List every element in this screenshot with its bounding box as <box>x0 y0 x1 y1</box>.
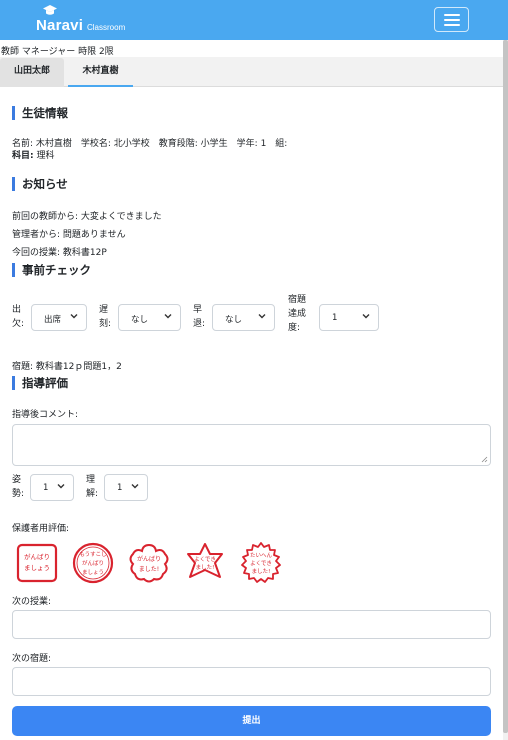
homework-rate-select[interactable]: 1 <box>319 304 379 331</box>
scrollbar-thumb[interactable] <box>503 40 508 733</box>
svg-text:ました!: ました! <box>139 566 159 573</box>
submit-button[interactable]: 提出 <box>12 706 491 736</box>
stamp-ganbarimashita[interactable]: がんばり ました! <box>126 542 172 584</box>
stamp-ganbarimashou[interactable]: がんばり ましょう <box>14 542 60 584</box>
svg-text:よくでき: よくでき <box>194 556 216 563</box>
tab-student-1[interactable]: 山田太郎 <box>0 58 64 87</box>
notice-item: 前回の教師から: 大変よくできました <box>12 212 162 222</box>
attitude-select[interactable]: 1 <box>30 474 74 501</box>
chevron-down-icon <box>258 314 266 319</box>
next-lesson-label: 次の授業: <box>12 597 52 607</box>
resize-handle-icon[interactable] <box>481 456 488 463</box>
subject-label: 科目: <box>12 151 34 161</box>
svg-text:たいへん: たいへん <box>250 552 273 559</box>
comment-label: 指導後コメント: <box>12 410 79 420</box>
attitude-label: 姿勢: <box>12 475 25 499</box>
svg-text:ましょう: ましょう <box>82 569 104 576</box>
graduation-cap-icon <box>43 5 57 15</box>
svg-text:ました!: ました! <box>196 564 215 571</box>
attendance-select[interactable]: 出席 <box>31 304 87 331</box>
subject-line: 科目: 理科 <box>12 148 54 161</box>
late-label: 遅刻: <box>99 305 112 329</box>
navbar: Naravi Classroom <box>0 0 508 40</box>
next-homework-label: 次の宿題: <box>12 654 52 664</box>
next-lesson-input[interactable] <box>12 610 491 639</box>
homework-rate-label: 宿題 達成 度: <box>288 295 307 333</box>
notice-item: 今回の授業: 教科書12P <box>12 248 107 258</box>
role-period-line: 教師 マネージャー 時限 2限 <box>1 47 114 57</box>
stamp-star-icon: よくでき ました! <box>187 543 223 578</box>
brand-subtitle: Classroom <box>87 23 126 32</box>
notices-heading: お知らせ <box>12 177 68 191</box>
early-leave-label: 早退: <box>193 305 206 329</box>
hamburger-icon <box>444 14 460 16</box>
next-homework-input[interactable] <box>12 667 491 696</box>
chevron-down-icon <box>131 484 139 489</box>
svg-text:がんばり: がんばり <box>24 552 50 561</box>
stamp-yokudekimashita[interactable]: よくでき ました! <box>182 542 228 584</box>
brand-name: Naravi <box>36 17 84 34</box>
stamp-square-icon: がんばり ましょう <box>16 543 58 583</box>
stamp-burst-icon: たいへん よくでき ました! <box>241 542 281 583</box>
attendance-label: 出欠: <box>12 305 25 329</box>
early-leave-select[interactable]: なし <box>212 304 275 331</box>
student-info-heading: 生徒情報 <box>12 106 68 120</box>
student-tabs: 山田太郎 木村直樹 <box>0 57 508 87</box>
evaluation-heading: 指導評価 <box>12 376 68 390</box>
chevron-down-icon <box>362 314 370 319</box>
chevron-down-icon <box>164 314 172 319</box>
svg-text:もうすこし: もうすこし <box>79 551 106 558</box>
understanding-label: 理解: <box>86 475 99 499</box>
brand-logo[interactable]: Naravi Classroom <box>36 5 146 36</box>
parent-eval-label: 保護者用評価: <box>12 524 70 534</box>
stamp-mousukoshi[interactable]: もうすこし がんばり ましょう <box>70 542 116 584</box>
precheck-heading: 事前チェック <box>12 263 91 277</box>
tab-student-2[interactable]: 木村直樹 <box>68 58 133 87</box>
hamburger-menu-button[interactable] <box>434 7 469 32</box>
stamp-circle-icon: もうすこし がんばり ましょう <box>72 542 114 584</box>
chevron-down-icon <box>57 484 65 489</box>
notice-item: 管理者から: 問題ありません <box>12 230 126 240</box>
stamp-flower-icon: がんばり ました! <box>129 543 169 583</box>
svg-text:がんばり: がんばり <box>82 559 104 567</box>
understanding-select[interactable]: 1 <box>104 474 148 501</box>
stamp-taihenyokudekimashita[interactable]: たいへん よくでき ました! <box>238 542 284 584</box>
svg-text:がんばり: がんばり <box>137 555 161 563</box>
comment-textarea[interactable] <box>12 424 491 466</box>
chevron-down-icon <box>70 314 78 319</box>
homework-text: 宿題: 教科書12ｐ問題1，2 <box>12 362 122 372</box>
svg-text:ました!: ました! <box>252 568 271 575</box>
subject-value: 理科 <box>33 151 55 161</box>
svg-text:よくでき: よくでき <box>250 560 272 567</box>
late-select[interactable]: なし <box>118 304 181 331</box>
svg-text:ましょう: ましょう <box>24 564 50 572</box>
